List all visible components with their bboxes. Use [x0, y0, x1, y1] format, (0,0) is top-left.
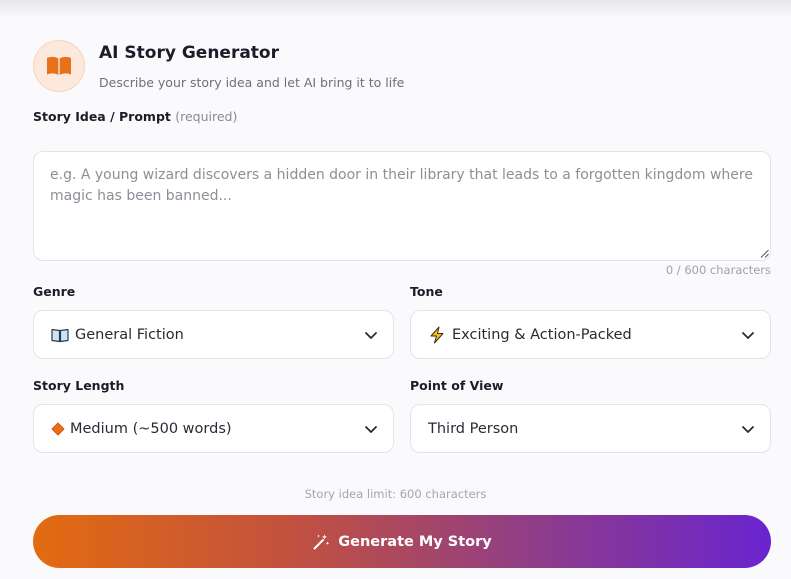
chevron-down-icon [365, 426, 377, 433]
chevron-down-icon [365, 332, 377, 339]
length-selected-text: Medium (~500 words) [70, 420, 232, 437]
pov-select-value: Third Person [428, 421, 518, 437]
prompt-label: Story Idea / Prompt (required) [33, 109, 237, 124]
prompt-label-text: Story Idea / Prompt [33, 109, 171, 124]
open-book-emoji-icon [51, 326, 69, 344]
length-select-value: Medium (~500 words) [51, 420, 232, 438]
open-book-icon [47, 56, 71, 75]
length-label: Story Length [33, 378, 125, 393]
character-counter: 0 / 600 characters [665, 263, 771, 277]
pov-select[interactable]: Third Person [410, 404, 771, 453]
resize-grip-icon[interactable] [760, 249, 769, 258]
tone-select[interactable]: Exciting & Action-Packed [410, 310, 771, 359]
chevron-down-icon [742, 426, 754, 433]
chevron-down-icon [742, 332, 754, 339]
magic-wand-icon [313, 534, 330, 549]
header-book-icon-badge [33, 40, 85, 92]
tone-selected-text: Exciting & Action-Packed [452, 326, 632, 343]
story-generator-card: AI Story Generator Describe your story i… [0, 16, 791, 579]
pov-label: Point of View [410, 378, 504, 393]
page-subtitle: Describe your story idea and let AI brin… [99, 75, 405, 90]
genre-label: Genre [33, 284, 76, 299]
pov-selected-text: Third Person [428, 420, 519, 437]
tone-label: Tone [410, 284, 443, 299]
genre-selected-text: General Fiction [75, 326, 184, 343]
story-prompt-textarea[interactable] [33, 151, 771, 261]
generate-button-label: Generate My Story [338, 533, 492, 550]
lightning-icon [428, 326, 446, 344]
page-title: AI Story Generator [99, 43, 279, 63]
genre-select[interactable]: General Fiction [33, 310, 394, 359]
length-select[interactable]: Medium (~500 words) [33, 404, 394, 453]
genre-select-value: General Fiction [51, 326, 184, 344]
orange-diamond-icon [51, 420, 65, 438]
story-limit-note: Story idea limit: 600 characters [304, 487, 487, 501]
tone-select-value: Exciting & Action-Packed [428, 326, 632, 344]
generate-story-button[interactable]: Generate My Story [33, 515, 771, 568]
prompt-required-note: (required) [175, 109, 238, 124]
